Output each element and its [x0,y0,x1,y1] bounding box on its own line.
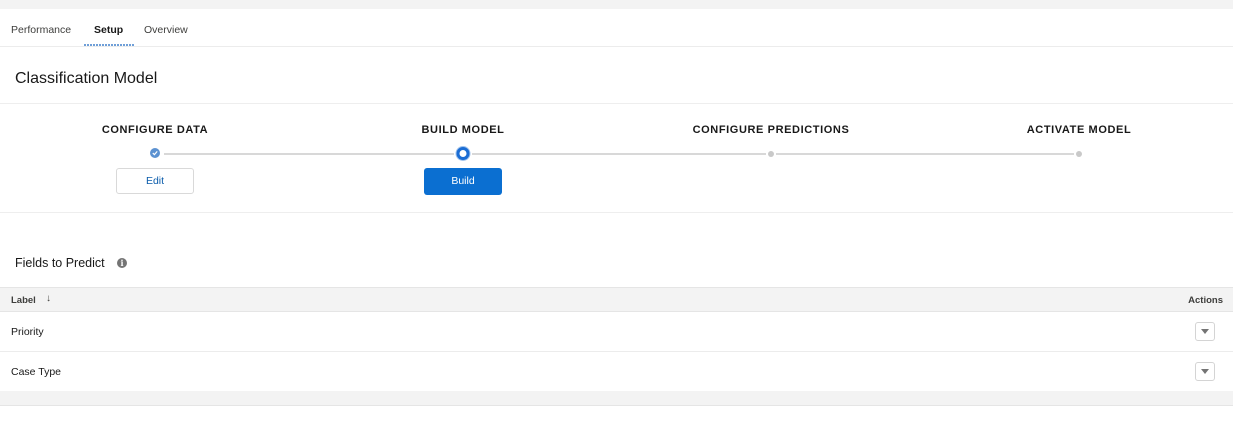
row-label: Case Type [11,366,62,378]
step-incomplete-indicator [768,151,774,157]
table-header: Label ↓ Actions [0,287,1233,312]
tab-performance[interactable]: Performance [11,24,71,36]
tab-overview[interactable]: Overview [144,24,188,36]
path-connector [164,153,454,155]
info-icon[interactable]: i [117,258,127,268]
path-connector [472,153,766,155]
step-configure-data-label: CONFIGURE DATA [101,124,209,136]
table-row: Case Type [0,352,1233,392]
active-tab-indicator [84,44,134,46]
step-configure-predictions-label: CONFIGURE PREDICTIONS [692,124,850,136]
arrow-down-icon[interactable]: ↓ [46,293,51,304]
table-row: Priority [0,312,1233,352]
step-build-model-label: BUILD MODEL [421,124,505,136]
top-strip [0,0,1233,9]
fields-to-predict-heading: Fields to Predict [15,256,105,270]
model-path: CONFIGURE DATA BUILD MODEL CONFIGURE PRE… [0,103,1233,213]
tab-bar: Performance Setup Overview [0,9,1233,47]
row-actions-dropdown-icon[interactable] [1195,362,1215,381]
build-button[interactable]: Build [424,168,502,195]
step-activate-model-label: ACTIVATE MODEL [1026,124,1132,136]
step-incomplete-indicator [1076,151,1082,157]
row-label: Priority [11,326,44,338]
row-actions-dropdown-icon[interactable] [1195,322,1215,341]
step-current-indicator [456,147,470,160]
path-connector [776,153,1074,155]
step-complete-check-icon [150,148,160,158]
column-header-actions: Actions [1188,295,1223,306]
tab-setup[interactable]: Setup [94,24,123,36]
page-title: Classification Model [15,70,158,87]
column-header-label[interactable]: Label [11,295,36,306]
edit-button[interactable]: Edit [116,168,194,194]
table-footer [0,391,1233,406]
